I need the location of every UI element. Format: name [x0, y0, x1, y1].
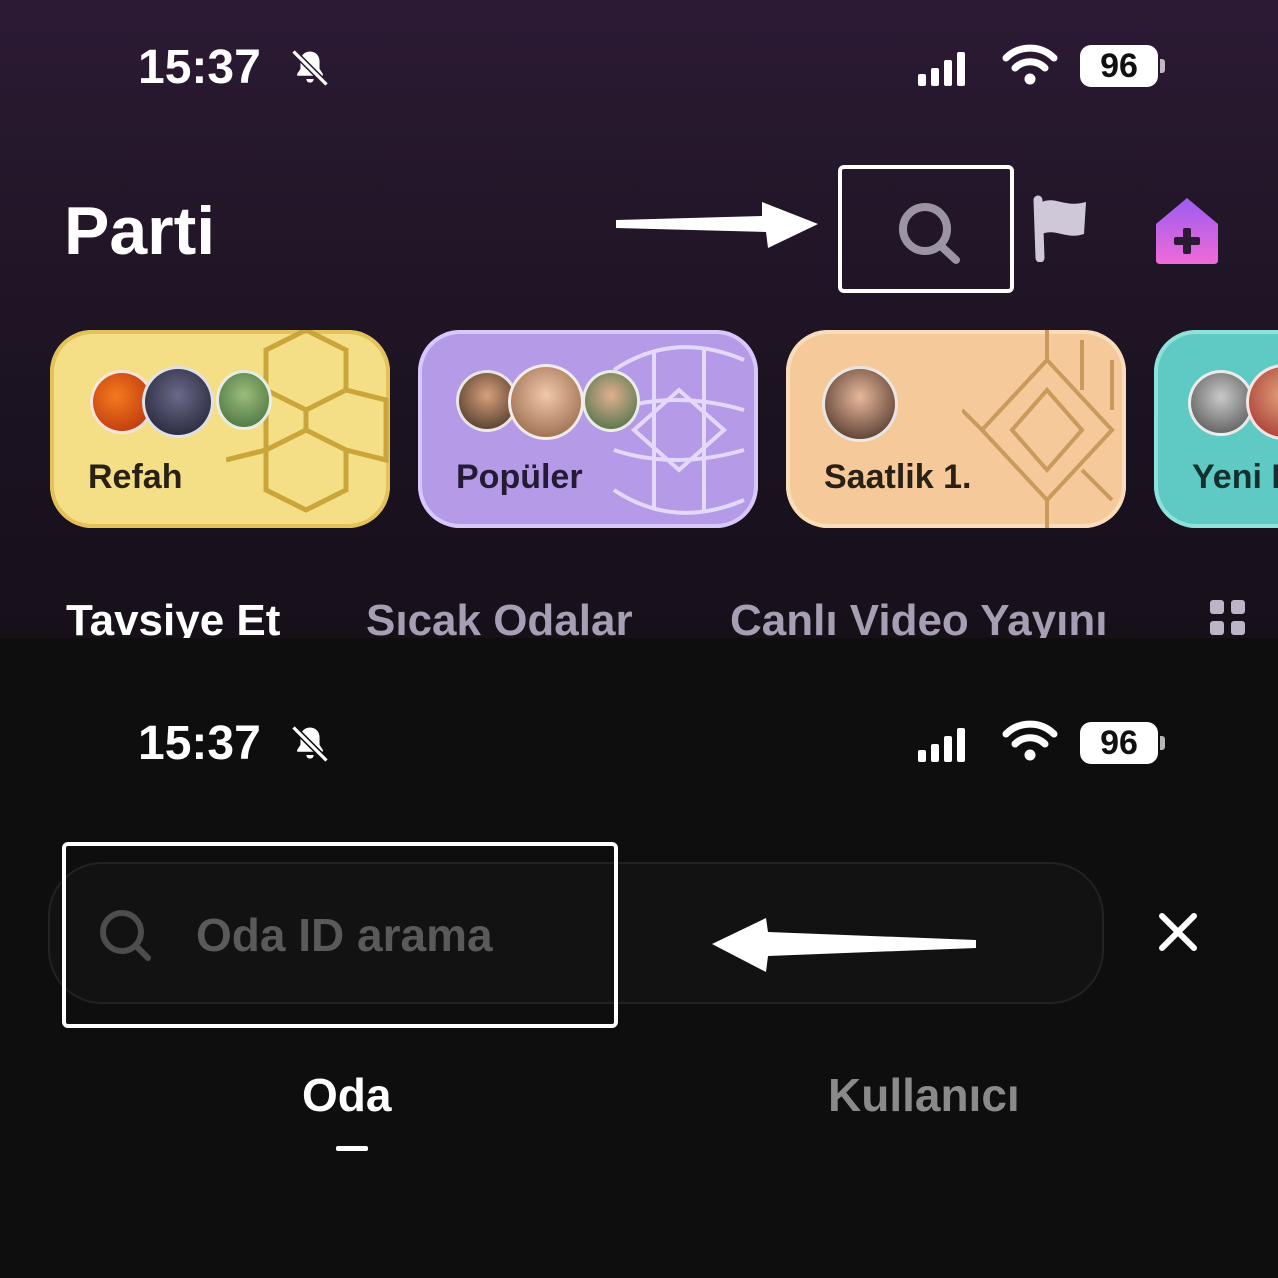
tab-kullanici[interactable]: Kullanıcı [828, 1068, 1020, 1122]
annotation-highlight-box [62, 842, 618, 1028]
signal-icon [918, 50, 965, 86]
card-label: Refah [88, 458, 183, 496]
tab-canli-video[interactable]: Canlı Video Yayını [730, 596, 1107, 638]
add-room-icon[interactable] [1152, 196, 1222, 266]
avatar [582, 370, 640, 432]
card-pattern [962, 330, 1115, 528]
search-screen: 15:37 96 Oda ID arama Oda Kullanıcı [0, 638, 1278, 1278]
wifi-icon [1002, 720, 1058, 761]
tab-sicak-odalar[interactable]: Sıcak Odalar [366, 596, 633, 638]
card-label: Yeni K [1192, 458, 1278, 496]
card-label: Popüler [456, 458, 583, 496]
signal-icon [918, 726, 965, 762]
avatar [1188, 370, 1254, 436]
category-card-saatlik[interactable]: Saatlik 1. [786, 330, 1126, 528]
avatar [216, 370, 272, 430]
annotation-arrow-right [616, 202, 818, 248]
category-card-populer[interactable]: Popüler [418, 330, 758, 528]
party-screen: 15:37 96 Parti Refah Popüler Saatlik 1. … [0, 0, 1278, 638]
status-time: 15:37 [138, 41, 261, 94]
bell-slash-icon [291, 725, 329, 763]
avatar [1246, 364, 1278, 440]
battery-tip [1160, 736, 1165, 750]
avatar [508, 364, 584, 440]
battery-indicator: 96 [1080, 45, 1158, 87]
category-card-refah[interactable]: Refah [50, 330, 390, 528]
flag-icon[interactable] [1030, 194, 1092, 262]
search-icon[interactable] [892, 198, 968, 268]
battery-indicator: 96 [1080, 722, 1158, 764]
party-tabs: Tavsiye Et Sıcak Odalar Canlı Video Yayı… [0, 596, 1278, 638]
page-title: Parti [64, 193, 216, 269]
card-label: Saatlik 1. [824, 458, 972, 496]
annotation-arrow-left [712, 918, 976, 972]
active-tab-indicator [336, 1146, 368, 1151]
wifi-icon [1002, 44, 1058, 85]
category-card-yeni[interactable]: Yeni K [1154, 330, 1278, 528]
grid-menu-icon[interactable] [1210, 600, 1245, 635]
close-icon[interactable] [1156, 910, 1200, 954]
tab-oda[interactable]: Oda [302, 1068, 391, 1122]
avatar [142, 366, 214, 438]
bell-slash-icon [291, 49, 329, 87]
tab-tavsiye-et[interactable]: Tavsiye Et [66, 596, 280, 638]
status-time: 15:37 [138, 717, 261, 770]
avatar [822, 366, 898, 442]
battery-tip [1160, 59, 1165, 73]
